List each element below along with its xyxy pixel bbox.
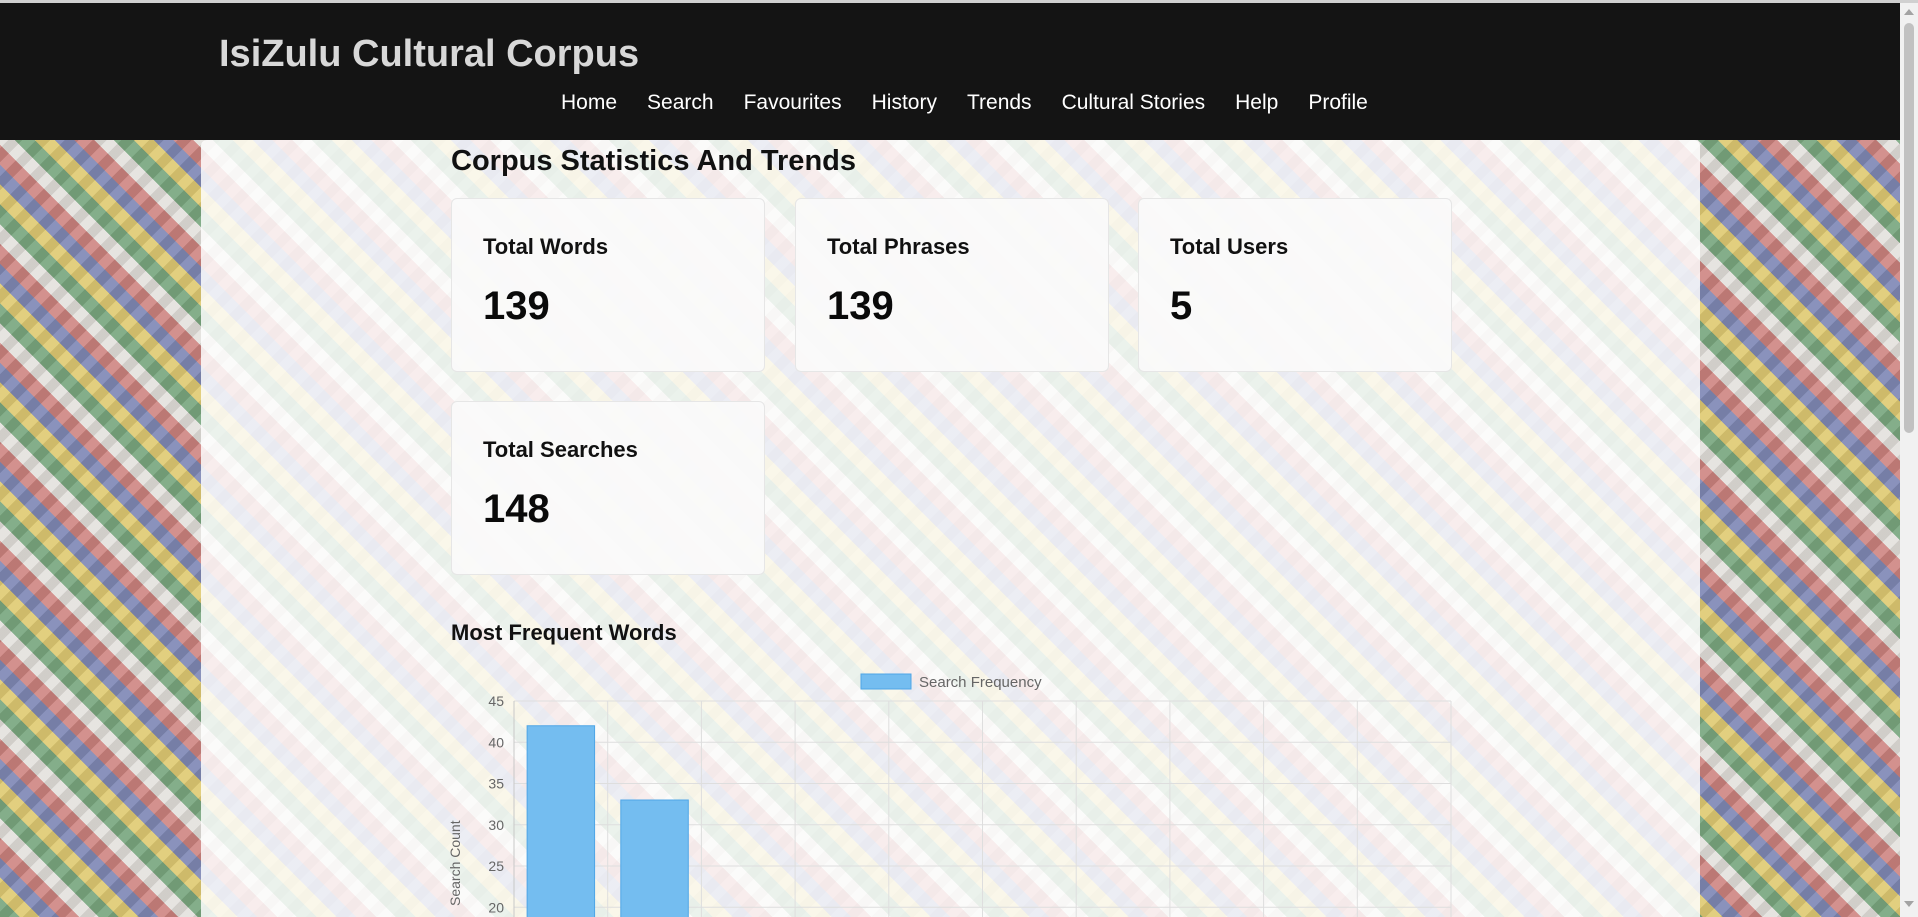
nav-search[interactable]: Search [647,91,714,115]
y-tick-label: 20 [488,899,504,915]
y-tick-label: 25 [488,858,504,874]
y-tick-label: 30 [488,817,504,833]
main-nav: Home Search Favourites History Trends Cu… [561,91,1368,115]
y-tick-label: 40 [488,734,504,750]
legend-label: Search Frequency [919,674,1042,691]
stat-card-total-words: Total Words 139 [451,198,765,372]
nav-help[interactable]: Help [1235,91,1278,115]
stat-card-total-phrases: Total Phrases 139 [795,198,1109,372]
y-tick-label: 45 [488,693,504,709]
stat-value: 139 [827,284,894,328]
nav-home[interactable]: Home [561,91,617,115]
stat-card-total-users: Total Users 5 [1138,198,1452,372]
stat-label: Total Words [483,234,609,259]
stat-value: 148 [483,487,550,531]
nav-cultural-stories[interactable]: Cultural Stories [1062,91,1206,115]
nav-profile[interactable]: Profile [1308,91,1368,115]
stat-label: Total Searches [483,437,638,462]
chart-bar [526,725,596,917]
stat-value: 139 [483,284,550,328]
nav-trends[interactable]: Trends [967,91,1032,115]
scroll-up-arrow-icon[interactable] [1904,9,1914,15]
stat-card-total-searches: Total Searches 148 [451,401,765,575]
site-header: IsiZulu Cultural Corpus Home Search Favo… [0,3,1900,140]
chart-bar [620,799,689,917]
scrollbar-thumb[interactable] [1904,23,1914,433]
page-title: Corpus Statistics And Trends [451,145,856,177]
legend-swatch [860,673,912,690]
stat-label: Total Users [1170,234,1289,259]
most-frequent-words-title: Most Frequent Words [451,620,677,645]
vertical-scrollbar[interactable] [1900,3,1918,917]
y-tick-label: 35 [488,776,504,792]
nav-history[interactable]: History [872,91,937,115]
chart-canvas: 20 25 30 35 40 45 Search Count Search Frequency [447,673,1452,917]
stat-label: Total Phrases [827,234,970,259]
scroll-down-arrow-icon[interactable] [1904,901,1914,907]
stat-value: 5 [1170,284,1193,328]
search-frequency-chart: 20 25 30 35 40 45 Search Count Search Frequency [440,660,1460,917]
site-title: IsiZulu Cultural Corpus [219,33,640,75]
nav-favourites[interactable]: Favourites [744,91,842,115]
y-axis-label: Search Count [447,820,463,906]
